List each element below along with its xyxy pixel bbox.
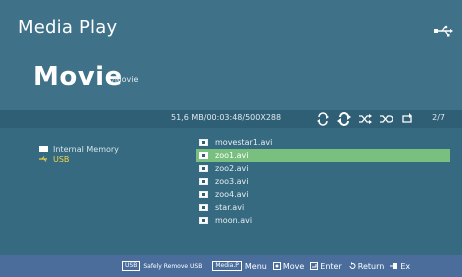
- enter-icon: [310, 262, 319, 270]
- usb-key-badge: USB: [122, 261, 141, 271]
- file-item[interactable]: zoo3.avi: [196, 175, 450, 188]
- repeat-all-icon[interactable]: [337, 112, 351, 126]
- video-file-icon: [199, 178, 208, 185]
- file-name: zoo1.avi: [215, 151, 249, 160]
- file-name: zoo4.avi: [215, 190, 249, 199]
- app-title: Media Play: [18, 17, 118, 38]
- file-info: 51,6 MB/00:03:48/500X288: [171, 113, 282, 122]
- video-file-icon: [199, 152, 208, 159]
- exit-icon: [390, 263, 398, 269]
- enter-label[interactable]: Enter: [320, 262, 341, 271]
- video-file-icon: [199, 217, 208, 224]
- file-name: movestar1.avi: [215, 138, 273, 147]
- file-item[interactable]: moon.avi: [196, 214, 450, 227]
- usb-connected-icon: [434, 25, 453, 37]
- file-name: moon.avi: [215, 216, 253, 225]
- video-file-icon: [199, 165, 208, 172]
- file-name: zoo3.avi: [215, 177, 249, 186]
- repeat-one-icon[interactable]: [316, 112, 330, 126]
- file-item[interactable]: zoo4.avi: [196, 188, 450, 201]
- file-item[interactable]: zoo2.avi: [196, 162, 450, 175]
- file-name: star.avi: [215, 203, 245, 212]
- browser-panel: Internal Memory USB movestar1.avi zoo1.a…: [0, 128, 462, 255]
- move-arrows-icon: [272, 262, 281, 270]
- video-file-icon: [199, 191, 208, 198]
- safely-remove-label[interactable]: Safely Remove USB: [143, 263, 202, 270]
- info-bar: 51,6 MB/00:03:48/500X288 2/7: [0, 110, 462, 128]
- shuffle-repeat-icon[interactable]: [379, 112, 393, 126]
- usb-icon: [39, 156, 47, 162]
- file-item[interactable]: movestar1.avi: [196, 136, 450, 149]
- source-label: Internal Memory: [53, 144, 119, 154]
- source-label: USB: [53, 154, 70, 164]
- footer-keys: USB Safely Remove USB Media.P Menu Move …: [122, 261, 416, 271]
- section-path: /Movie: [112, 75, 139, 84]
- source-usb[interactable]: USB: [39, 154, 119, 164]
- section-title: Movie: [33, 62, 123, 92]
- footer-help-bar: USB Safely Remove USB Media.P Menu Move …: [0, 255, 462, 277]
- repeat-off-icon[interactable]: [400, 112, 414, 126]
- file-list: movestar1.avi zoo1.avi zoo2.avi zoo3.avi…: [196, 136, 450, 227]
- memory-icon: [39, 146, 48, 152]
- video-file-icon: [199, 139, 208, 146]
- menu-label[interactable]: Menu: [245, 262, 267, 271]
- media-p-key-badge: Media.P: [212, 261, 242, 271]
- media-play-screen: Media Play Movie /Movie 51,6 MB/00:03:48…: [0, 0, 462, 277]
- file-item[interactable]: star.avi: [196, 201, 450, 214]
- shuffle-icon[interactable]: [358, 112, 372, 126]
- source-internal-memory[interactable]: Internal Memory: [39, 144, 119, 154]
- move-label[interactable]: Move: [283, 262, 304, 271]
- return-label[interactable]: Return: [358, 262, 385, 271]
- video-file-icon: [199, 204, 208, 211]
- exit-label[interactable]: Ex: [400, 262, 410, 271]
- source-list: Internal Memory USB: [39, 144, 119, 164]
- file-item-selected[interactable]: zoo1.avi: [196, 149, 450, 162]
- playback-mode-icons: [316, 112, 414, 126]
- page-count: 2/7: [432, 113, 445, 122]
- return-icon: [349, 262, 356, 269]
- file-name: zoo2.avi: [215, 164, 249, 173]
